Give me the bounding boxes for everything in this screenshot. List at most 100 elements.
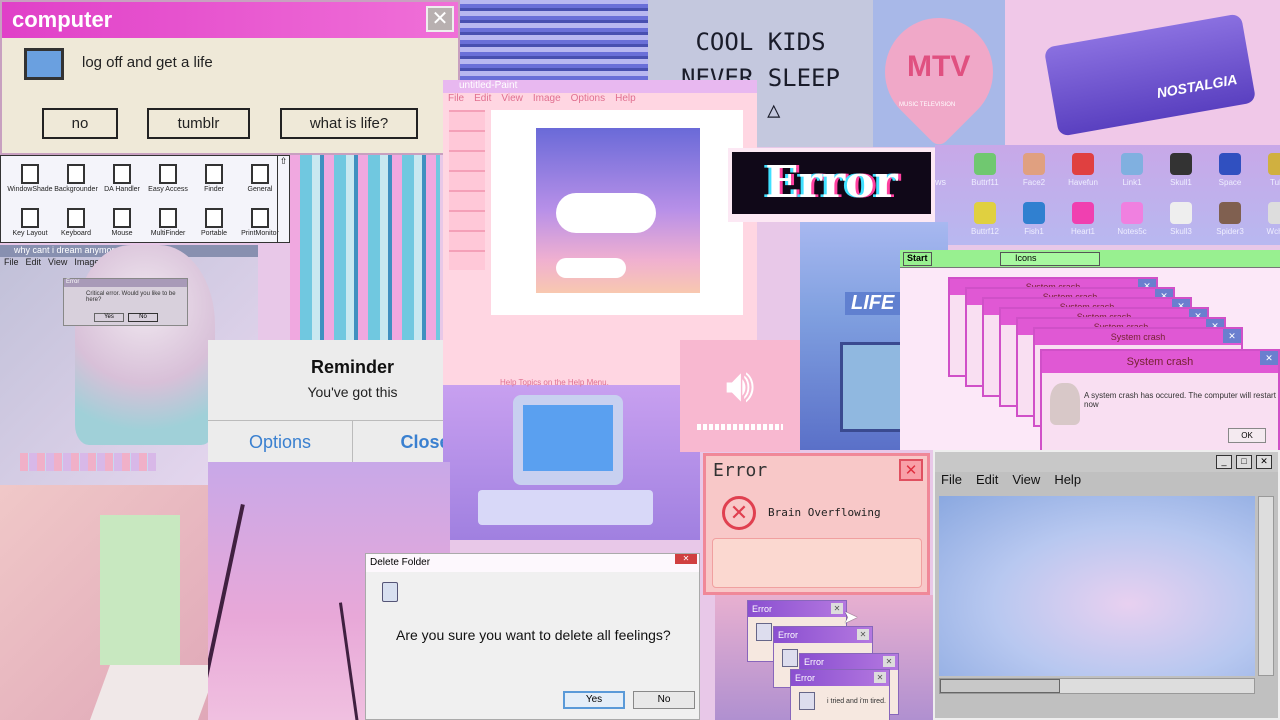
icon[interactable] bbox=[974, 153, 996, 175]
menu-item[interactable]: Help bbox=[1054, 472, 1081, 492]
control-panel-label: Portable bbox=[200, 230, 228, 237]
floppy-skull-icon bbox=[799, 692, 815, 710]
control-panel-label: DA Handler bbox=[104, 186, 140, 193]
dialog-title: Error ✕ bbox=[791, 670, 889, 686]
menu-item[interactable]: File bbox=[4, 257, 19, 269]
close-button[interactable]: ✕ bbox=[1260, 351, 1278, 365]
icon[interactable] bbox=[1023, 202, 1045, 224]
building-sign: LIFE bbox=[845, 292, 901, 315]
yes-button[interactable]: Yes bbox=[563, 691, 625, 709]
dialog-title: Error bbox=[713, 460, 768, 481]
icon[interactable] bbox=[1072, 202, 1094, 224]
control-panel-label: MultiFinder bbox=[150, 230, 186, 237]
menu-item[interactable]: Help bbox=[615, 93, 636, 108]
icons-grid: ws Buttrf11 Face2 Havefun Link1 Skull1 Space T… bbox=[935, 145, 1280, 245]
printer-photo bbox=[0, 485, 208, 720]
tumblr-button[interactable]: tumblr bbox=[147, 108, 250, 139]
tool-palette[interactable] bbox=[449, 110, 485, 270]
close-button[interactable]: ✕ bbox=[883, 656, 895, 667]
horizontal-scrollbar[interactable] bbox=[939, 678, 1255, 694]
icon[interactable] bbox=[1121, 153, 1143, 175]
icon[interactable] bbox=[1219, 153, 1241, 175]
brain-overflowing-dialog: Error ✕ ✕ Brain Overflowing bbox=[703, 453, 930, 595]
close-button[interactable]: ✕ bbox=[1223, 329, 1241, 343]
icon[interactable] bbox=[1268, 153, 1280, 175]
dialog-title: computer bbox=[12, 7, 113, 32]
menu-item[interactable]: Edit bbox=[474, 93, 491, 108]
menu-item[interactable]: File bbox=[941, 472, 962, 492]
control-panel-icon[interactable] bbox=[67, 164, 85, 184]
scroll-up-button[interactable]: ⇧ bbox=[277, 156, 289, 242]
options-button[interactable]: Options bbox=[208, 421, 353, 462]
menu-item[interactable]: View bbox=[1012, 472, 1040, 492]
icon[interactable] bbox=[1023, 153, 1045, 175]
canvas[interactable] bbox=[491, 110, 743, 315]
close-button[interactable]: ✕ bbox=[899, 459, 923, 481]
control-panel-icon[interactable] bbox=[21, 208, 39, 228]
close-button[interactable]: ✕ bbox=[675, 554, 697, 564]
menu-item[interactable]: Edit bbox=[26, 257, 42, 269]
computer-icon bbox=[24, 48, 64, 80]
maximize-button[interactable]: □ bbox=[1236, 455, 1252, 469]
icon[interactable] bbox=[1121, 202, 1143, 224]
control-panel-icon[interactable] bbox=[113, 208, 131, 228]
no-button[interactable]: No bbox=[633, 691, 695, 709]
no-button[interactable]: no bbox=[42, 108, 118, 139]
control-panel-icon[interactable] bbox=[205, 164, 223, 184]
vhs-label: NOSTALGIA bbox=[1155, 71, 1239, 101]
icon[interactable] bbox=[1219, 202, 1241, 224]
menu-item[interactable]: Image bbox=[533, 93, 561, 108]
menu-item[interactable]: Options bbox=[571, 93, 605, 108]
control-panel-icon[interactable] bbox=[67, 208, 85, 228]
vhs-tape: NOSTALGIA bbox=[1005, 0, 1280, 147]
menu-item[interactable]: View bbox=[501, 93, 523, 108]
menu-item[interactable]: Edit bbox=[976, 472, 998, 492]
control-panel-icon[interactable] bbox=[205, 208, 223, 228]
icon[interactable] bbox=[1170, 153, 1192, 175]
close-button[interactable]: ✕ bbox=[857, 629, 869, 640]
floppy-skull-icon bbox=[782, 649, 798, 667]
control-panel-icon[interactable] bbox=[251, 208, 269, 228]
control-panel-icon[interactable] bbox=[159, 164, 177, 184]
icon[interactable] bbox=[1072, 153, 1094, 175]
computer-dialog: computer ✕ log off and get a life no tum… bbox=[0, 0, 460, 155]
mtv-heart: MTV MUSIC TELEVISION bbox=[873, 0, 1005, 147]
control-panel-label: Mouse bbox=[111, 230, 133, 237]
control-panel-icon[interactable] bbox=[159, 208, 177, 228]
yes-button[interactable]: Yes bbox=[94, 313, 124, 322]
partial-label: ws bbox=[935, 177, 946, 187]
title-text: Error bbox=[778, 630, 798, 640]
title-text: Error bbox=[804, 657, 824, 667]
dialog-message: Are you sure you want to delete all feel… bbox=[396, 627, 671, 643]
dialog-title: Error ✕ bbox=[774, 627, 872, 643]
close-button[interactable]: ✕ bbox=[1256, 455, 1272, 469]
menu-item[interactable]: File bbox=[448, 93, 464, 108]
dialog-title: System crash ✕ bbox=[1042, 351, 1278, 373]
close-button[interactable]: ✕ bbox=[831, 603, 843, 614]
no-button[interactable]: No bbox=[128, 313, 158, 322]
ok-button[interactable]: OK bbox=[1228, 428, 1266, 443]
title-text: Error bbox=[752, 604, 772, 614]
error-banner: Error bbox=[728, 148, 935, 222]
taskbar-icons-task[interactable]: Icons bbox=[1000, 252, 1100, 266]
what-is-life-button[interactable]: what is life? bbox=[280, 108, 418, 139]
icon[interactable] bbox=[1170, 202, 1192, 224]
icon[interactable] bbox=[1268, 202, 1280, 224]
minimize-button[interactable]: _ bbox=[1216, 455, 1232, 469]
status-text: Help Topics on the Help Menu. bbox=[500, 378, 609, 387]
title-bar: computer ✕ bbox=[2, 2, 458, 38]
mtv-logo: MTV bbox=[907, 50, 971, 83]
close-button[interactable]: ✕ bbox=[874, 672, 886, 683]
control-panel-icon[interactable] bbox=[251, 164, 269, 184]
control-panel-icon[interactable] bbox=[21, 164, 39, 184]
control-panel-icon[interactable] bbox=[113, 164, 131, 184]
color-palette[interactable] bbox=[20, 453, 156, 471]
speaker-icon: 🔊︎ bbox=[725, 359, 755, 411]
menu-item[interactable]: View bbox=[48, 257, 67, 269]
control-panel-label: WindowShade bbox=[7, 186, 53, 193]
close-button[interactable]: ✕ bbox=[426, 6, 454, 32]
start-button[interactable]: Start bbox=[903, 252, 932, 266]
paint-window: untitled-Paint File Edit View Image Options H… bbox=[443, 80, 757, 340]
vertical-scrollbar[interactable] bbox=[1258, 496, 1274, 676]
icon[interactable] bbox=[974, 202, 996, 224]
